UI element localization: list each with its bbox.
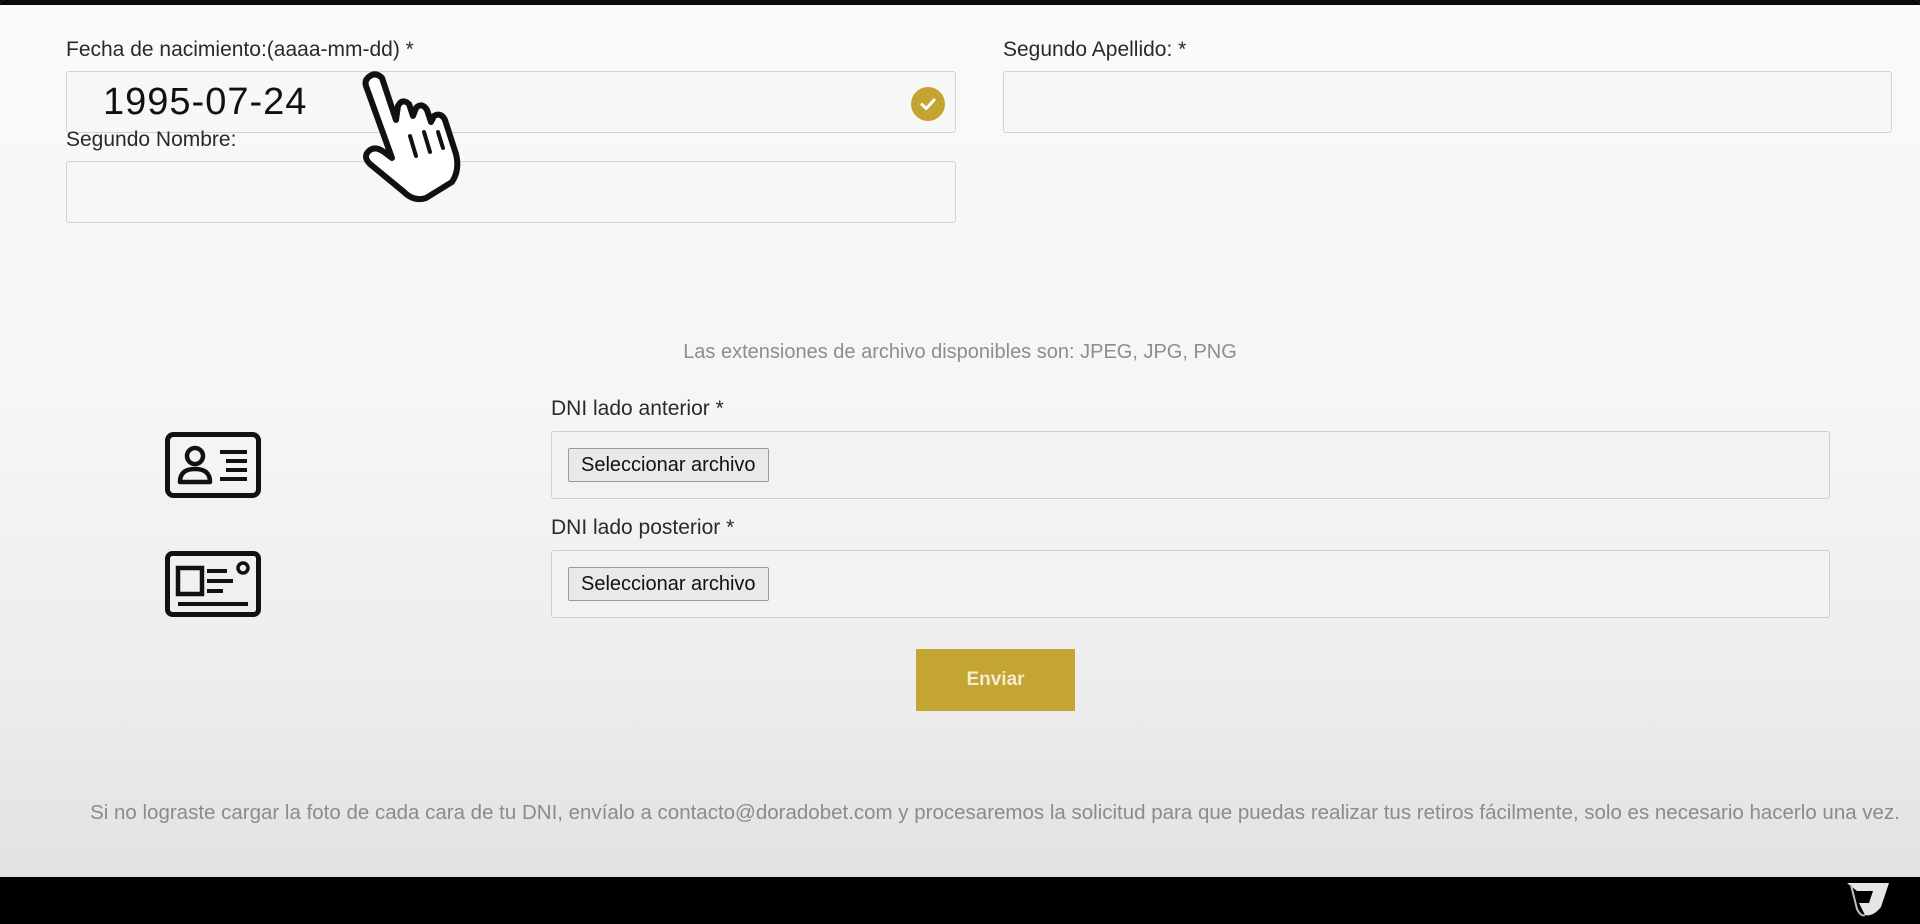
birthdate-input[interactable]: [67, 72, 955, 132]
second-surname-field-wrapper: [1003, 71, 1892, 133]
birthdate-field-wrapper: [66, 71, 956, 133]
brand-logo-icon: [1847, 883, 1889, 917]
dni-front-label: DNI lado anterior *: [551, 397, 724, 420]
second-surname-label: Segundo Apellido: *: [1003, 38, 1187, 61]
second-name-label: Segundo Nombre:: [66, 128, 237, 151]
dni-front-file-button[interactable]: Seleccionar archivo: [568, 448, 769, 482]
dni-back-file-button[interactable]: Seleccionar archivo: [568, 567, 769, 601]
second-surname-input[interactable]: [1004, 72, 1891, 132]
dni-front-upload: Seleccionar archivo: [551, 431, 1830, 499]
dni-back-upload: Seleccionar archivo: [551, 550, 1830, 618]
submit-button[interactable]: Enviar: [916, 649, 1075, 711]
second-name-field-wrapper: [66, 161, 956, 223]
registration-page: Fecha de nacimiento:(aaaa-mm-dd) * Segun…: [0, 0, 1920, 877]
footer-note: Si no lograste cargar la foto de cada ca…: [90, 801, 1900, 824]
id-card-front-icon: [165, 432, 261, 498]
dni-back-label: DNI lado posterior *: [551, 516, 735, 539]
top-edge: [0, 0, 1920, 5]
hand-pointer-icon: [362, 71, 461, 203]
id-card-back-icon: [165, 551, 261, 617]
birthdate-label: Fecha de nacimiento:(aaaa-mm-dd) *: [66, 38, 414, 61]
file-extensions-note: Las extensiones de archivo disponibles s…: [683, 341, 1237, 363]
second-name-input[interactable]: [67, 162, 955, 222]
check-circle-icon: [911, 87, 945, 121]
